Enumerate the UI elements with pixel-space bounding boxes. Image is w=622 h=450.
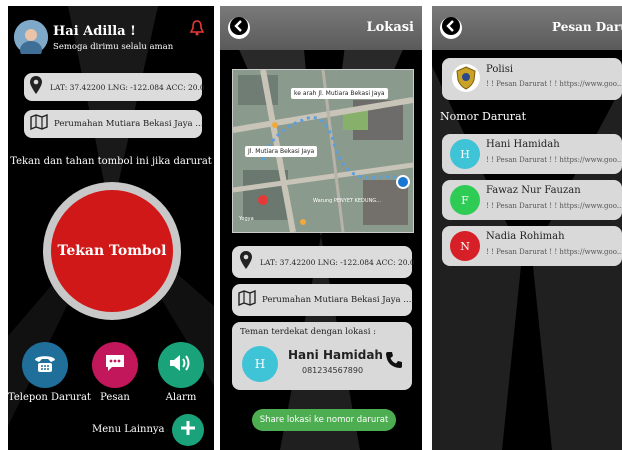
- contact-initial: H: [460, 147, 470, 161]
- speaker-icon: [168, 353, 194, 377]
- home-screen: Hai Adilla ! Semoga dirimu selalu aman L…: [8, 6, 214, 450]
- emergency-button-ring: Tekan Tombol: [43, 182, 181, 320]
- coordinates-text: LAT: 37.42200 LNG: -122.084 ACC: 20.0: [260, 257, 415, 267]
- contact-initial: N: [460, 239, 470, 253]
- police-contact[interactable]: Polisi ! ! Pesan Darurat ! ! https://www…: [442, 58, 622, 100]
- police-message: ! ! Pesan Darurat ! ! https://www.goo...: [486, 80, 622, 88]
- map-street-label: Jl. Mutiara Bekasi Jaya: [245, 146, 318, 157]
- contact-row[interactable]: N Nadia Rohimah ! ! Pesan Darurat ! ! ht…: [442, 226, 622, 266]
- contact-avatar: H: [450, 139, 480, 169]
- contact-avatar: F: [450, 185, 480, 215]
- location-pin-icon: [30, 76, 42, 98]
- address-text: Perumahan Mutiara Bekasi Jaya ...: [54, 119, 204, 129]
- call-friend-icon[interactable]: [384, 350, 404, 374]
- address-text: Perumahan Mutiara Bekasi Jaya ...: [262, 295, 412, 305]
- contact-initial: F: [461, 193, 469, 207]
- contact-message: ! ! Pesan Darurat ! ! https://www.goo...: [486, 248, 622, 256]
- back-button[interactable]: [440, 17, 462, 39]
- call-label: Telepon Darurat: [8, 392, 91, 403]
- map-direction-label: ke arah Jl. Mutiara Bekasi Jaya: [291, 88, 388, 99]
- contact-avatar: N: [450, 231, 480, 261]
- friend-name: Hani Hamidah: [288, 348, 383, 362]
- emergency-button-label: Tekan Tombol: [57, 243, 167, 259]
- nearby-title: Teman terdekat dengan lokasi :: [240, 327, 376, 337]
- back-arrow-icon: [440, 15, 462, 41]
- contact-row[interactable]: F Fawaz Nur Fauzan ! ! Pesan Darurat ! !…: [442, 180, 622, 220]
- emergency-message-screen: Pesan Darura Polisi ! ! Pesan Darurat ! …: [432, 6, 622, 450]
- police-name: Polisi: [486, 64, 514, 75]
- plus-icon: [180, 420, 196, 440]
- alarm-label: Alarm: [165, 392, 197, 403]
- map-place-label: Warung PENYET KEDUNG...: [313, 198, 381, 204]
- map-view[interactable]: ke arah Jl. Mutiara Bekasi Jaya Jl. Muti…: [232, 69, 414, 233]
- coordinates-pill: LAT: 37.42200 LNG: -122.084 ACC: 20.0: [24, 73, 205, 101]
- coordinates-pill: LAT: 37.42200 LNG: -122.084 ACC: 20.0: [232, 246, 415, 278]
- message-label: Pesan: [100, 392, 130, 403]
- more-menu-button[interactable]: [172, 414, 204, 446]
- map-place-label: Yogya: [239, 216, 254, 222]
- map-icon: [238, 289, 256, 310]
- back-button[interactable]: [228, 17, 250, 39]
- nearby-friend-card: Teman terdekat dengan lokasi : H Hani Ha…: [232, 322, 412, 390]
- share-location-label: Share lokasi ke nomor darurat: [259, 415, 389, 425]
- friend-initial: H: [254, 357, 266, 371]
- message-button[interactable]: [92, 342, 138, 388]
- address-pill: Perumahan Mutiara Bekasi Jaya ...: [232, 284, 412, 316]
- contact-name: Nadia Rohimah: [486, 231, 565, 242]
- greeting: Hai Adilla !: [53, 24, 136, 39]
- address-pill: Perumahan Mutiara Bekasi Jaya ...: [24, 110, 204, 138]
- sub-greeting: Semoga dirimu selalu aman: [53, 42, 174, 52]
- alarm-button[interactable]: [158, 342, 204, 388]
- call-button[interactable]: [22, 342, 68, 388]
- instruction-text: Tekan dan tahan tombol ini jika darurat: [10, 156, 212, 167]
- contact-name: Fawaz Nur Fauzan: [486, 185, 581, 196]
- contact-name: Hani Hamidah: [486, 139, 560, 150]
- friend-avatar: H: [242, 346, 278, 382]
- more-menu-label: Menu Lainnya: [92, 424, 165, 435]
- coordinates-text: LAT: 37.42200 LNG: -122.084 ACC: 20.0: [50, 82, 205, 92]
- bell-icon[interactable]: [189, 20, 205, 40]
- location-screen: Lokasi ke arah Jl. Mutiara Bekasi Jaya J…: [220, 6, 422, 450]
- police-badge-icon: [452, 64, 480, 92]
- page-title: Pesan Darura: [552, 20, 622, 34]
- message-icon: [104, 353, 126, 377]
- section-title: Nomor Darurat: [440, 110, 527, 123]
- contact-message: ! ! Pesan Darurat ! ! https://www.goo...: [486, 202, 622, 210]
- map-icon: [30, 113, 48, 134]
- location-pin-icon: [240, 251, 252, 273]
- contact-message: ! ! Pesan Darurat ! ! https://www.goo...: [486, 156, 622, 164]
- emergency-button[interactable]: Tekan Tombol: [51, 190, 173, 312]
- share-location-button[interactable]: Share lokasi ke nomor darurat: [252, 409, 396, 431]
- avatar[interactable]: [14, 20, 48, 54]
- contact-row[interactable]: H Hani Hamidah ! ! Pesan Darurat ! ! htt…: [442, 134, 622, 174]
- friend-phone: 081234567890: [302, 366, 364, 375]
- back-arrow-icon: [228, 15, 250, 41]
- page-title: Lokasi: [366, 20, 415, 35]
- phone-icon: [33, 352, 57, 378]
